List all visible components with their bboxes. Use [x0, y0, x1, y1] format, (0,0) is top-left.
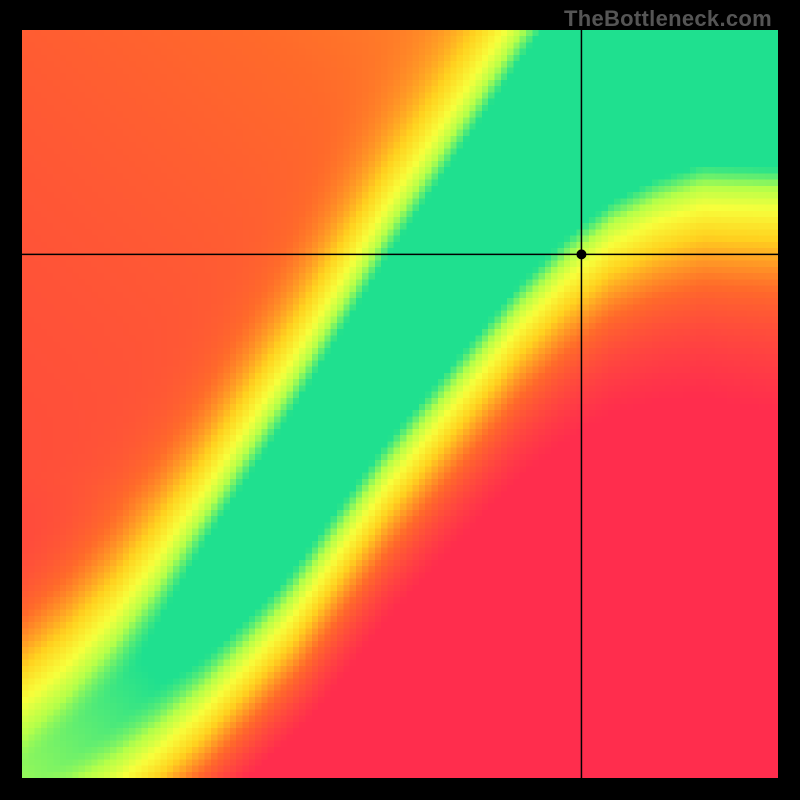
plot-area: [22, 30, 778, 778]
heatmap-canvas: [22, 30, 778, 778]
watermark-label: TheBottleneck.com: [564, 6, 772, 32]
chart-frame: TheBottleneck.com: [0, 0, 800, 800]
